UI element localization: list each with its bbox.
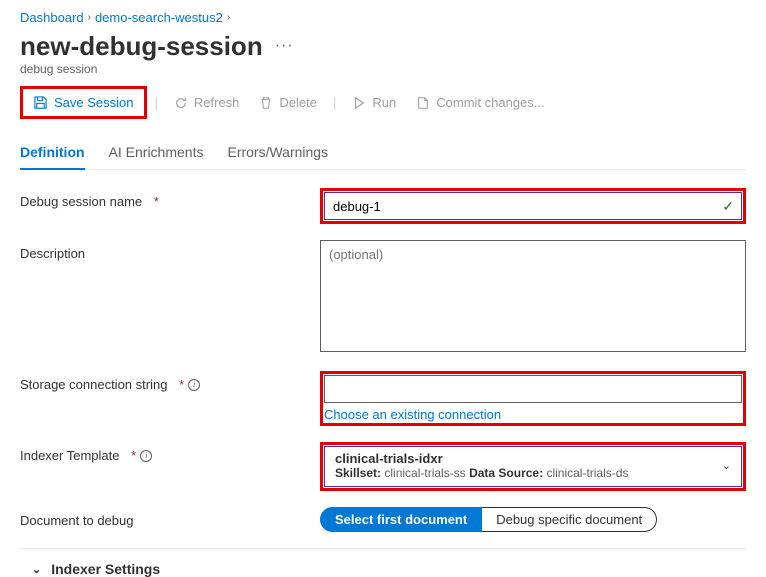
separator: | [155, 95, 158, 110]
indexer-settings-section[interactable]: ⌄ Indexer Settings [20, 548, 746, 577]
command-bar: Save Session | Refresh Delete | Run Comm… [20, 86, 746, 128]
run-button[interactable]: Run [344, 91, 404, 114]
document-to-debug-label: Document to debug [20, 507, 320, 528]
refresh-button[interactable]: Refresh [166, 91, 248, 114]
storage-label: Storage connection string * i [20, 371, 320, 392]
play-icon [352, 96, 366, 110]
tab-definition[interactable]: Definition [20, 138, 85, 170]
select-first-document-option[interactable]: Select first document [320, 507, 482, 532]
delete-button[interactable]: Delete [251, 91, 325, 114]
tab-bar: Definition AI Enrichments Errors/Warning… [20, 138, 746, 170]
more-actions-button[interactable]: ··· [275, 37, 294, 55]
page-title: new-debug-session [20, 31, 263, 62]
separator: | [333, 95, 336, 110]
description-label: Description [20, 240, 320, 261]
checkmark-icon: ✓ [722, 198, 734, 215]
save-icon [33, 95, 48, 110]
description-textarea[interactable] [320, 240, 746, 352]
indexer-settings-label: Indexer Settings [51, 561, 160, 577]
required-asterisk: * [154, 194, 159, 209]
commit-icon [416, 96, 430, 110]
tab-errors-warnings[interactable]: Errors/Warnings [227, 138, 328, 169]
info-icon[interactable]: i [140, 450, 152, 462]
session-name-input[interactable] [324, 192, 742, 220]
indexer-subline: Skillset: clinical-trials-ss Data Source… [335, 466, 731, 480]
refresh-icon [174, 96, 188, 110]
indexer-template-label: Indexer Template * i [20, 442, 320, 463]
page-subtitle: debug session [20, 62, 746, 76]
breadcrumb: Dashboard › demo-search-westus2 › [20, 10, 746, 25]
indexer-template-dropdown[interactable]: clinical-trials-idxr Skillset: clinical-… [324, 446, 742, 487]
choose-connection-link[interactable]: Choose an existing connection [324, 407, 501, 422]
trash-icon [259, 96, 273, 110]
chevron-down-icon: ⌄ [722, 459, 731, 472]
storage-input[interactable] [324, 375, 742, 403]
run-label: Run [372, 95, 396, 110]
info-icon[interactable]: i [188, 379, 200, 391]
tab-ai-enrichments[interactable]: AI Enrichments [109, 138, 204, 169]
commit-label: Commit changes... [436, 95, 544, 110]
chevron-down-icon: ⌄ [32, 563, 41, 576]
save-label: Save Session [54, 95, 134, 110]
save-session-button[interactable]: Save Session [25, 91, 142, 114]
breadcrumb-dashboard[interactable]: Dashboard [20, 10, 84, 25]
refresh-label: Refresh [194, 95, 240, 110]
indexer-value: clinical-trials-idxr [335, 451, 731, 466]
required-asterisk: * [179, 377, 184, 392]
required-asterisk: * [131, 448, 136, 463]
chevron-right-icon: › [227, 12, 230, 23]
chevron-right-icon: › [88, 12, 91, 23]
session-name-label: Debug session name * [20, 188, 320, 209]
commit-button[interactable]: Commit changes... [408, 91, 552, 114]
document-mode-toggle: Select first document Debug specific doc… [320, 507, 746, 532]
debug-specific-document-option[interactable]: Debug specific document [482, 507, 657, 532]
delete-label: Delete [279, 95, 317, 110]
breadcrumb-service[interactable]: demo-search-westus2 [95, 10, 223, 25]
